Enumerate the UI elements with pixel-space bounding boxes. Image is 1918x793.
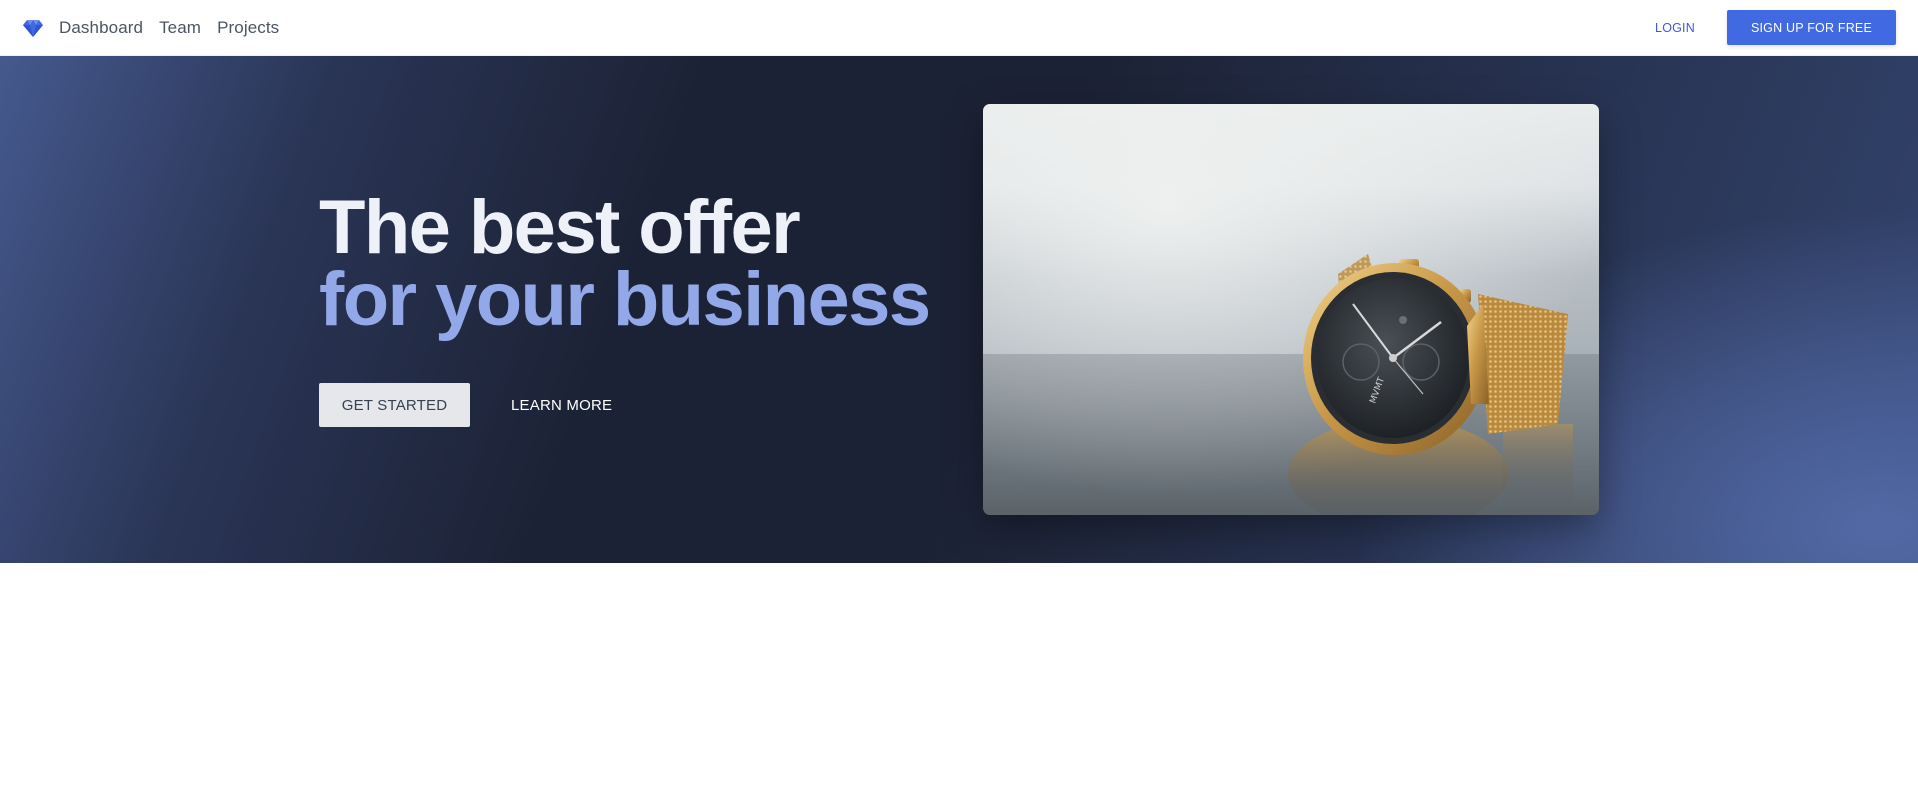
diamond-icon[interactable] (22, 17, 44, 39)
headline-line-1: The best offer (319, 185, 801, 270)
auth-actions: LOGIN SIGN UP FOR FREE (1655, 10, 1896, 45)
hero-section: The best offer for your business GET STA… (0, 56, 1918, 563)
hero-actions: GET STARTED LEARN MORE (319, 383, 612, 427)
hero-copy: The best offer for your business (319, 185, 939, 342)
headline-line-2: for your business (319, 257, 931, 342)
nav-link-projects[interactable]: Projects (217, 18, 279, 38)
nav-link-dashboard[interactable]: Dashboard (59, 18, 143, 38)
learn-more-button[interactable]: LEARN MORE (511, 397, 612, 414)
hero-product-image: MVMT (983, 104, 1599, 515)
signup-button[interactable]: SIGN UP FOR FREE (1726, 10, 1896, 45)
hero-headline: The best offer for your business (319, 185, 939, 342)
wristwatch-illustration: MVMT (983, 104, 1599, 515)
nav-link-team[interactable]: Team (159, 18, 201, 38)
get-started-button[interactable]: GET STARTED (319, 383, 470, 427)
top-navbar: Dashboard Team Projects LOGIN SIGN UP FO… (0, 0, 1918, 56)
login-button[interactable]: LOGIN (1655, 21, 1695, 35)
main-nav: Dashboard Team Projects (59, 18, 279, 38)
